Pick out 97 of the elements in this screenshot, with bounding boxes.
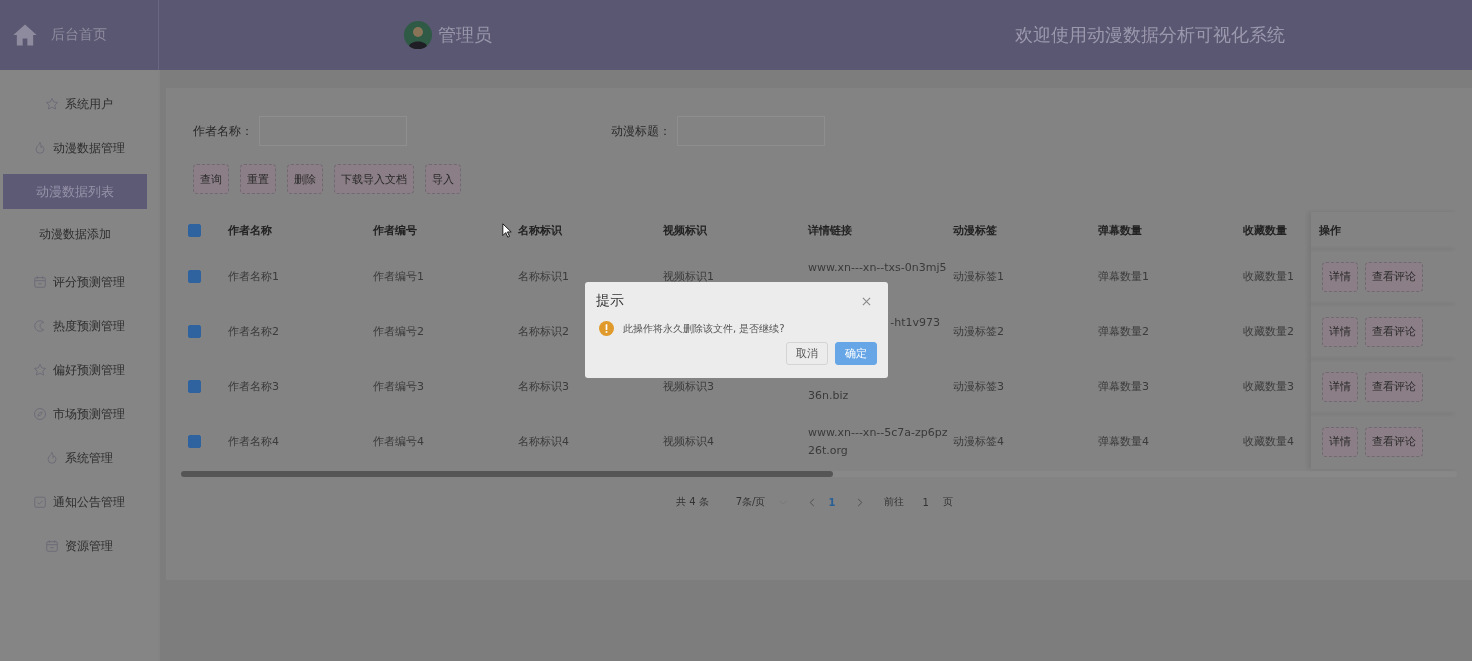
table-cell: 名称标识4	[518, 435, 569, 448]
close-icon[interactable]	[862, 296, 871, 306]
sidebar-item[interactable]: 动漫数据管理	[0, 126, 158, 170]
toolbar-button[interactable]: 导入	[425, 164, 461, 194]
table-cell: 动漫标签2	[953, 325, 1004, 338]
moon-icon	[33, 319, 47, 333]
column-header: 详情链接	[808, 224, 852, 237]
table-cell: 名称标识2	[518, 325, 569, 338]
sidebar-item[interactable]: 偏好预测管理	[0, 348, 158, 392]
flame-icon	[33, 141, 47, 155]
column-header: 作者名称	[228, 224, 272, 237]
star-icon	[33, 363, 47, 377]
sidebar-subitem[interactable]: 动漫数据添加	[3, 217, 147, 252]
table-cell: 作者名称2	[228, 325, 279, 338]
field-label: 动漫标题：	[611, 122, 671, 140]
table-cell: 收藏数量4	[1243, 435, 1294, 448]
goto-label: 前往	[884, 495, 905, 509]
confirm-button[interactable]: 确定	[835, 342, 877, 365]
flame-icon	[45, 451, 59, 465]
toolbar-button[interactable]: 查询	[193, 164, 229, 194]
table-cell: 弹幕数量3	[1098, 380, 1149, 393]
table-cell: 收藏数量1	[1243, 270, 1294, 283]
table-cell: 名称标识3	[518, 380, 569, 393]
sidebar-item[interactable]: 通知公告管理	[0, 480, 158, 524]
total-count: 共 4 条	[676, 495, 709, 509]
sidebar-item[interactable]: 资源管理	[0, 524, 158, 568]
system-title: 欢迎使用动漫数据分析可视化系统	[1015, 23, 1285, 47]
cancel-button[interactable]: 取消	[786, 342, 828, 365]
calendar-icon	[45, 539, 59, 553]
user-name: 管理员	[438, 23, 492, 47]
table-cell: 视频标识3	[663, 380, 714, 393]
table-cell: 视频标识1	[663, 270, 714, 283]
sidebar-item[interactable]: 热度预测管理	[0, 304, 158, 348]
row-action-button[interactable]: 查看评论	[1365, 426, 1423, 457]
row-action-button[interactable]: 查看评论	[1365, 316, 1423, 347]
link-text[interactable]: 26t.org	[808, 443, 848, 457]
table-cell: 弹幕数量1	[1098, 270, 1149, 283]
row-action-button[interactable]: 查看评论	[1365, 261, 1423, 292]
table-cell: 作者编号4	[373, 435, 424, 448]
star-icon	[45, 97, 59, 111]
row-action-button[interactable]: 详情	[1322, 426, 1358, 457]
goto-page-field[interactable]: 1	[922, 496, 929, 508]
column-header: 名称标识	[518, 224, 562, 237]
dialog-title: 提示	[596, 292, 624, 310]
horizontal-scrollbar[interactable]	[181, 471, 1457, 477]
table-cell: 弹幕数量2	[1098, 325, 1149, 338]
next-page-icon[interactable]	[857, 497, 864, 507]
row-action-button[interactable]: 查看评论	[1365, 371, 1423, 402]
table-cell: 收藏数量2	[1243, 325, 1294, 338]
table-cell: 作者名称3	[228, 380, 279, 393]
select-all-checkbox[interactable]	[188, 224, 201, 237]
row-checkbox[interactable]	[188, 380, 201, 393]
row-checkbox[interactable]	[188, 435, 201, 448]
link-text[interactable]: -ht1v973	[890, 315, 940, 329]
dialog-message: 此操作将永久删除该文件, 是否继续?	[623, 321, 785, 336]
link-text[interactable]: www.xn---xn--txs-0n3mj5	[808, 260, 947, 274]
column-header: 动漫标签	[953, 224, 997, 237]
toolbar-button[interactable]: 重置	[240, 164, 276, 194]
row-action-button[interactable]: 详情	[1322, 371, 1358, 402]
column-header: 弹幕数量	[1098, 224, 1142, 237]
page-unit: 页	[942, 495, 953, 509]
row-action-button[interactable]: 详情	[1322, 261, 1358, 292]
table-cell: 作者编号2	[373, 325, 424, 338]
table-cell: 收藏数量3	[1243, 380, 1294, 393]
table-cell: 动漫标签3	[953, 380, 1004, 393]
checklist-icon	[33, 495, 47, 509]
table-cell: 作者名称4	[228, 435, 279, 448]
table-cell: 动漫标签4	[953, 435, 1004, 448]
link-text[interactable]: 36n.biz	[808, 388, 849, 402]
row-checkbox[interactable]	[188, 270, 201, 283]
column-header: 操作	[1319, 223, 1341, 238]
sidebar-item[interactable]: 系统用户	[0, 82, 158, 126]
table-cell: 作者名称1	[228, 270, 279, 283]
calendar-icon	[33, 275, 47, 289]
sidebar-item[interactable]: 系统管理	[0, 436, 158, 480]
cursor-icon	[502, 223, 512, 238]
table-cell: 作者编号3	[373, 380, 424, 393]
table-cell: 作者编号1	[373, 270, 424, 283]
table-cell: 动漫标签1	[953, 270, 1004, 283]
previous-page-icon[interactable]	[809, 497, 816, 507]
page-size-select[interactable]: 7条/页	[735, 495, 788, 509]
column-header: 作者编号	[373, 224, 417, 237]
field-label: 作者名称：	[193, 122, 253, 140]
warning-icon	[599, 321, 614, 336]
toolbar-button[interactable]: 删除	[287, 164, 323, 194]
sidebar-item[interactable]: 评分预测管理	[0, 260, 158, 304]
avatar-icon[interactable]	[404, 21, 432, 49]
row-action-button[interactable]: 详情	[1322, 316, 1358, 347]
sidebar-item[interactable]: 市场预测管理	[0, 392, 158, 436]
link-text[interactable]: www.xn---xn--5c7a-zp6pz	[808, 425, 948, 439]
table-cell: 弹幕数量4	[1098, 435, 1149, 448]
column-header: 收藏数量	[1243, 224, 1287, 237]
row-checkbox[interactable]	[188, 325, 201, 338]
table-cell: 名称标识1	[518, 270, 569, 283]
toolbar-button[interactable]: 下载导入文档	[334, 164, 414, 194]
column-header: 视频标识	[663, 224, 707, 237]
table-cell: 视频标识4	[663, 435, 714, 448]
